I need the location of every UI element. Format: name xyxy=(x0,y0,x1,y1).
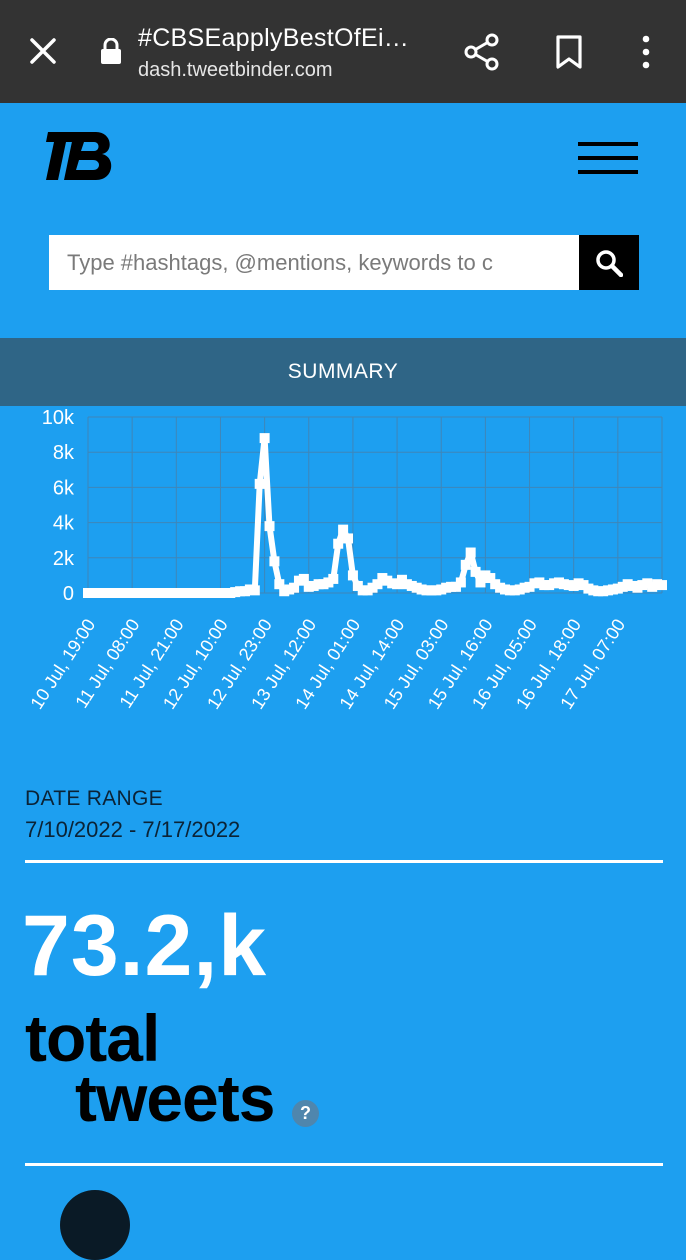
tweets-label: tweets xyxy=(75,1061,275,1135)
tab-summary[interactable]: SUMMARY xyxy=(0,338,686,406)
search-input[interactable] xyxy=(49,235,579,290)
date-range-value: 7/10/2022 - 7/17/2022 xyxy=(25,817,241,842)
data-point xyxy=(338,524,349,535)
data-point xyxy=(259,433,270,444)
more-options-icon[interactable] xyxy=(636,34,656,70)
data-point xyxy=(470,566,481,577)
search-bar xyxy=(49,235,639,290)
data-point xyxy=(460,559,471,570)
y-tick-label: 10k xyxy=(42,407,75,429)
help-icon[interactable]: ? xyxy=(292,1100,319,1127)
date-range-label: DATE RANGE xyxy=(25,787,163,810)
data-point xyxy=(657,580,667,591)
series-line xyxy=(88,435,663,596)
divider xyxy=(25,860,663,863)
next-section-graphic xyxy=(60,1190,130,1260)
data-point xyxy=(264,521,275,532)
tweets-timeline-chart: 02k4k6k8k10k10 Jul, 19:0011 Jul, 08:0011… xyxy=(26,407,667,713)
data-point xyxy=(328,573,339,584)
y-tick-label: 0 xyxy=(63,583,74,605)
search-icon xyxy=(596,249,623,277)
tweetbinder-logo[interactable] xyxy=(46,130,116,182)
data-point xyxy=(249,585,260,596)
data-point xyxy=(465,547,476,558)
data-point xyxy=(343,533,354,544)
tab-summary-label: SUMMARY xyxy=(287,360,399,383)
y-tick-label: 6k xyxy=(53,477,75,499)
browser-toolbar: #CBSEapplyBestOfEi… dash.tweetbinder.com xyxy=(0,0,686,103)
close-icon[interactable] xyxy=(26,34,60,68)
lock-icon xyxy=(101,38,121,64)
data-point xyxy=(269,556,280,567)
data-point xyxy=(254,478,265,489)
data-point xyxy=(347,570,358,581)
search-button[interactable] xyxy=(579,235,639,290)
hamburger-menu-icon[interactable] xyxy=(578,140,638,176)
bookmark-icon[interactable] xyxy=(555,34,583,70)
y-tick-label: 4k xyxy=(53,513,75,535)
y-tick-label: 2k xyxy=(53,548,75,570)
page-title: #CBSEapplyBestOfEi… xyxy=(138,24,410,52)
data-point xyxy=(333,538,344,549)
y-tick-label: 8k xyxy=(53,442,75,464)
page-url[interactable]: dash.tweetbinder.com xyxy=(138,59,333,82)
divider xyxy=(25,1163,663,1166)
share-icon[interactable] xyxy=(463,32,501,72)
total-tweets-value: 73.2,k xyxy=(22,898,268,994)
data-point xyxy=(455,577,466,588)
